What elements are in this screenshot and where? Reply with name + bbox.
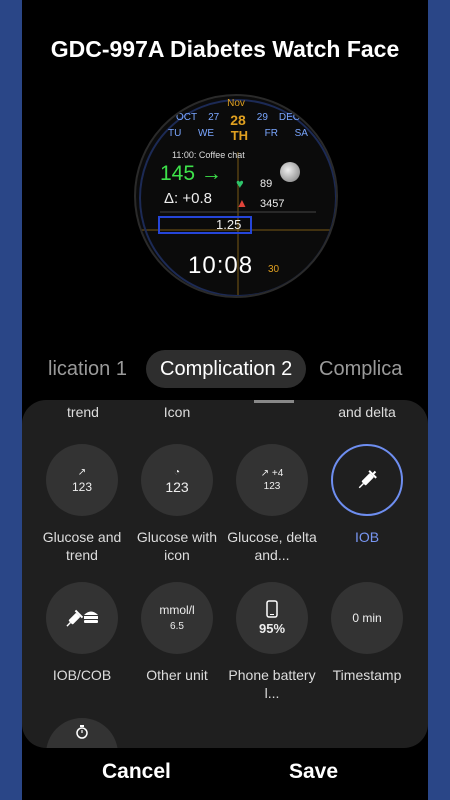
option-label: IOB/COB [52,667,112,683]
watch-glucose-value: 145 [160,162,196,185]
watch-weekday: SA [294,128,308,139]
watch-time: 10:08 [188,252,254,279]
watch-weekday: WE [197,128,215,139]
watch-steps: 3457 [260,198,285,210]
syringe-burger-icon [66,609,98,627]
option-timer[interactable] [32,718,132,748]
moon-phase-icon [280,162,300,182]
option-preview-value: 123 [263,481,281,492]
option-label: Glucose and trend [42,529,122,563]
syringe-icon [358,470,377,489]
shoe-icon: ▲ [236,196,248,210]
option-preview: ◔ 123 [141,444,213,516]
option-preview: 95% [236,582,308,654]
option-preview: 0 min [331,582,403,654]
save-button[interactable]: Save [289,760,338,784]
option-phone-battery[interactable]: 95% Phone battery l... [222,582,322,702]
option-glucose-with-icon[interactable]: ◔ 123 Glucose with icon [127,444,227,564]
option-label: Timestamp [332,667,402,683]
option-timestamp[interactable]: 0 min Timestamp [317,582,417,684]
option-preview-selected [331,444,403,516]
watch-day: 27 [208,112,220,123]
timer-icon [76,725,88,739]
watch-month: Nov [227,98,245,109]
option-label: Phone battery l... [228,667,316,701]
watch-day-today: 28 [230,112,246,128]
watch-weekday: FR [264,128,279,139]
drop-icon: ◔ [173,467,181,478]
option-label-cut [254,400,294,403]
option-preview-value: 6.5 [170,621,184,632]
option-label-cut: and delta [338,404,396,420]
watch-day-row: OCT 27 28 29 DEC [176,112,300,128]
watch-seconds: 30 [268,264,280,275]
option-label-cut: Icon [163,404,191,420]
phone-icon [266,600,278,618]
watch-day: 29 [256,112,268,123]
option-label: Other unit [146,667,208,683]
watch-calendar-event: 11:00: Coffee chat [172,150,245,160]
watch-heart-rate: 89 [260,178,273,190]
tab-complication-1[interactable]: lication 1 [48,350,127,388]
watch-weekday-row: TU WE TH FR SA [168,128,308,143]
option-preview: ↗ +4 123 [236,444,308,516]
option-other-unit[interactable]: mmol/l 6.5 Other unit [127,582,227,684]
option-iob-cob[interactable]: IOB/COB [32,582,132,684]
option-preview: ↗ 123 [46,444,118,516]
heart-icon: ♥ [236,176,244,191]
cancel-button[interactable]: Cancel [102,760,171,784]
option-preview [46,718,118,748]
watch-glucose: 145 → [160,162,222,186]
option-preview: mmol/l 6.5 [141,582,213,654]
watch-day: DEC [278,112,300,123]
option-glucose-delta[interactable]: ↗ +4 123 Glucose, delta and... [222,444,322,564]
option-glucose-and-trend[interactable]: ↗ 123 Glucose and trend [32,444,132,564]
page-title: GDC-997A Diabetes Watch Face [50,36,400,62]
option-preview [46,582,118,654]
option-iob[interactable]: IOB [317,444,417,546]
option-preview-value: 0 min [352,611,382,625]
complication-options-panel[interactable]: trend Icon and delta ↗ 123 Glucose and t… [22,400,428,748]
option-preview-value: 123 [71,480,93,494]
option-label: Glucose, delta and... [227,529,317,563]
tab-complication-2[interactable]: Complication 2 [146,350,307,388]
option-preview-value: 123 [165,479,189,495]
watch-iob: 1.25 [216,217,242,232]
watch-glucose-delta: Δ: +0.8 [164,190,212,207]
watch-weekday-today: TH [230,128,249,143]
option-label: Glucose with icon [136,529,218,563]
tab-complication-3[interactable]: Complica [319,350,402,388]
option-label: IOB [354,529,380,545]
unit-icon: mmol/l [159,603,195,617]
watch-day: OCT [176,112,198,123]
arrow-up-right-icon: ↗ [77,467,87,478]
complication-tabs: lication 1 Complication 2 Complica [22,350,428,390]
phone-screen: GDC-997A Diabetes Watch Face Nov OCT 27 … [22,0,428,800]
trend-arrow-icon: → [200,162,222,185]
arrow-delta-icon: ↗ +4 [260,468,284,479]
option-preview-value: 95% [258,621,286,636]
watch-face-preview: Nov OCT 27 28 29 DEC TU WE TH FR SA 11:0… [134,94,338,298]
watch-weekday: TU [168,128,182,139]
